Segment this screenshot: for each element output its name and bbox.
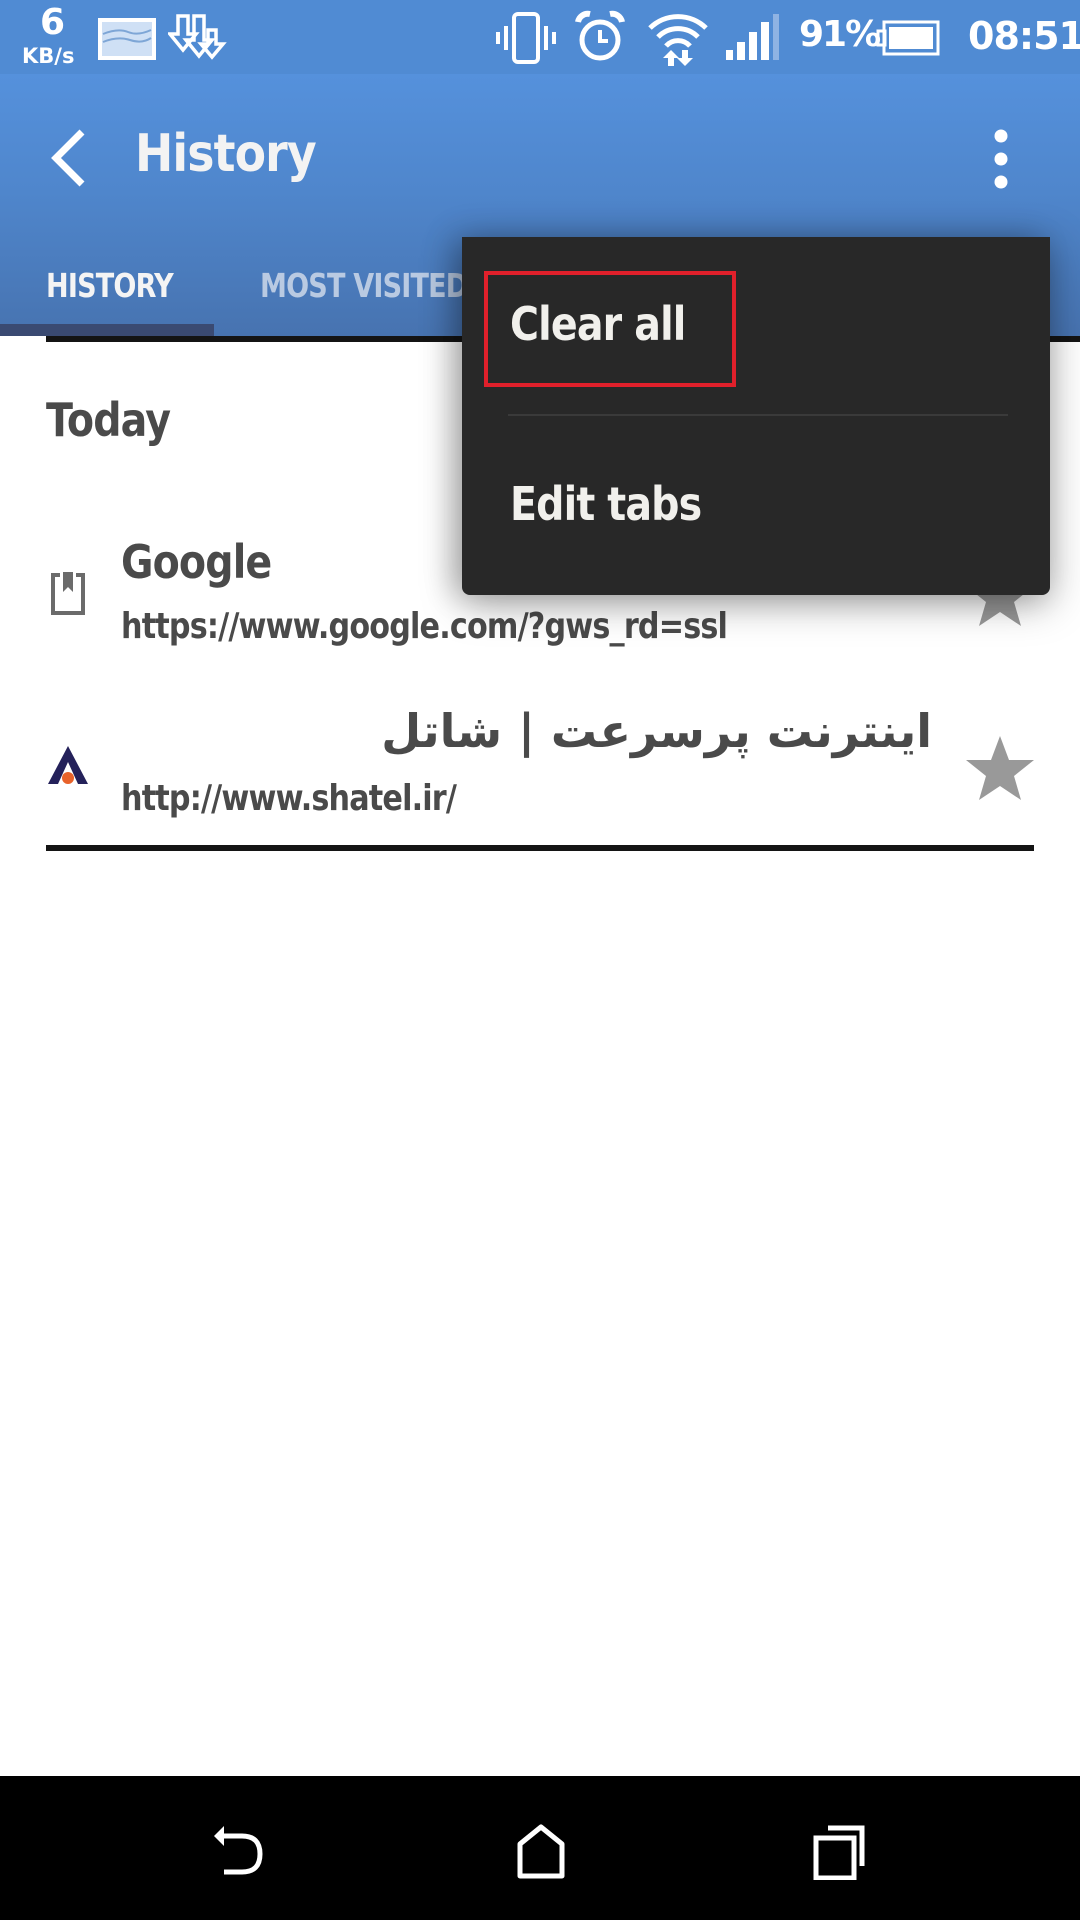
status-bar: 6 KB/s 91% 08:51 <box>0 0 1080 74</box>
bookmark-page-icon <box>51 572 85 615</box>
back-icon[interactable] <box>212 1826 268 1878</box>
net-speed-unit: KB/s <box>22 44 75 68</box>
divider <box>46 845 1034 851</box>
menu-item-edit-tabs[interactable]: Edit tabs <box>510 477 702 531</box>
history-item-url: http://www.shatel.ir/ <box>121 778 457 819</box>
wifi-icon <box>648 14 708 66</box>
menu-item-clear-all[interactable]: Clear all <box>510 297 686 351</box>
battery-icon <box>876 20 940 56</box>
vibrate-icon <box>496 12 556 64</box>
menu-divider <box>508 414 1008 416</box>
overflow-menu: Clear all Edit tabs <box>462 237 1050 595</box>
tab-history[interactable]: HISTORY <box>46 266 174 305</box>
battery-percent: 91% <box>799 14 881 55</box>
star-icon[interactable] <box>964 734 1036 802</box>
history-item-title: Google <box>121 535 272 589</box>
page-title: History <box>135 124 317 184</box>
more-vertical-icon[interactable] <box>986 126 1016 196</box>
signal-icon <box>726 14 779 60</box>
home-icon[interactable] <box>516 1824 566 1880</box>
shatel-favicon <box>48 746 88 784</box>
active-tab-indicator <box>0 324 214 336</box>
chevron-left-icon[interactable] <box>46 126 92 190</box>
tab-most-visited[interactable]: MOST VISITED <box>260 266 468 305</box>
alarm-icon <box>575 10 625 61</box>
section-header-today: Today <box>46 393 171 447</box>
net-speed-value: 6 <box>40 2 66 43</box>
history-item-url: https://www.google.com/?gws_rd=ssl <box>121 606 728 647</box>
clock: 08:51 <box>968 14 1080 58</box>
download-icon <box>168 14 227 60</box>
recents-icon[interactable] <box>812 1824 868 1880</box>
history-item-title: اینترنت پرسرعت | شاتل <box>381 704 932 758</box>
gallery-notification-icon <box>98 18 156 60</box>
navigation-bar <box>0 1776 1080 1920</box>
